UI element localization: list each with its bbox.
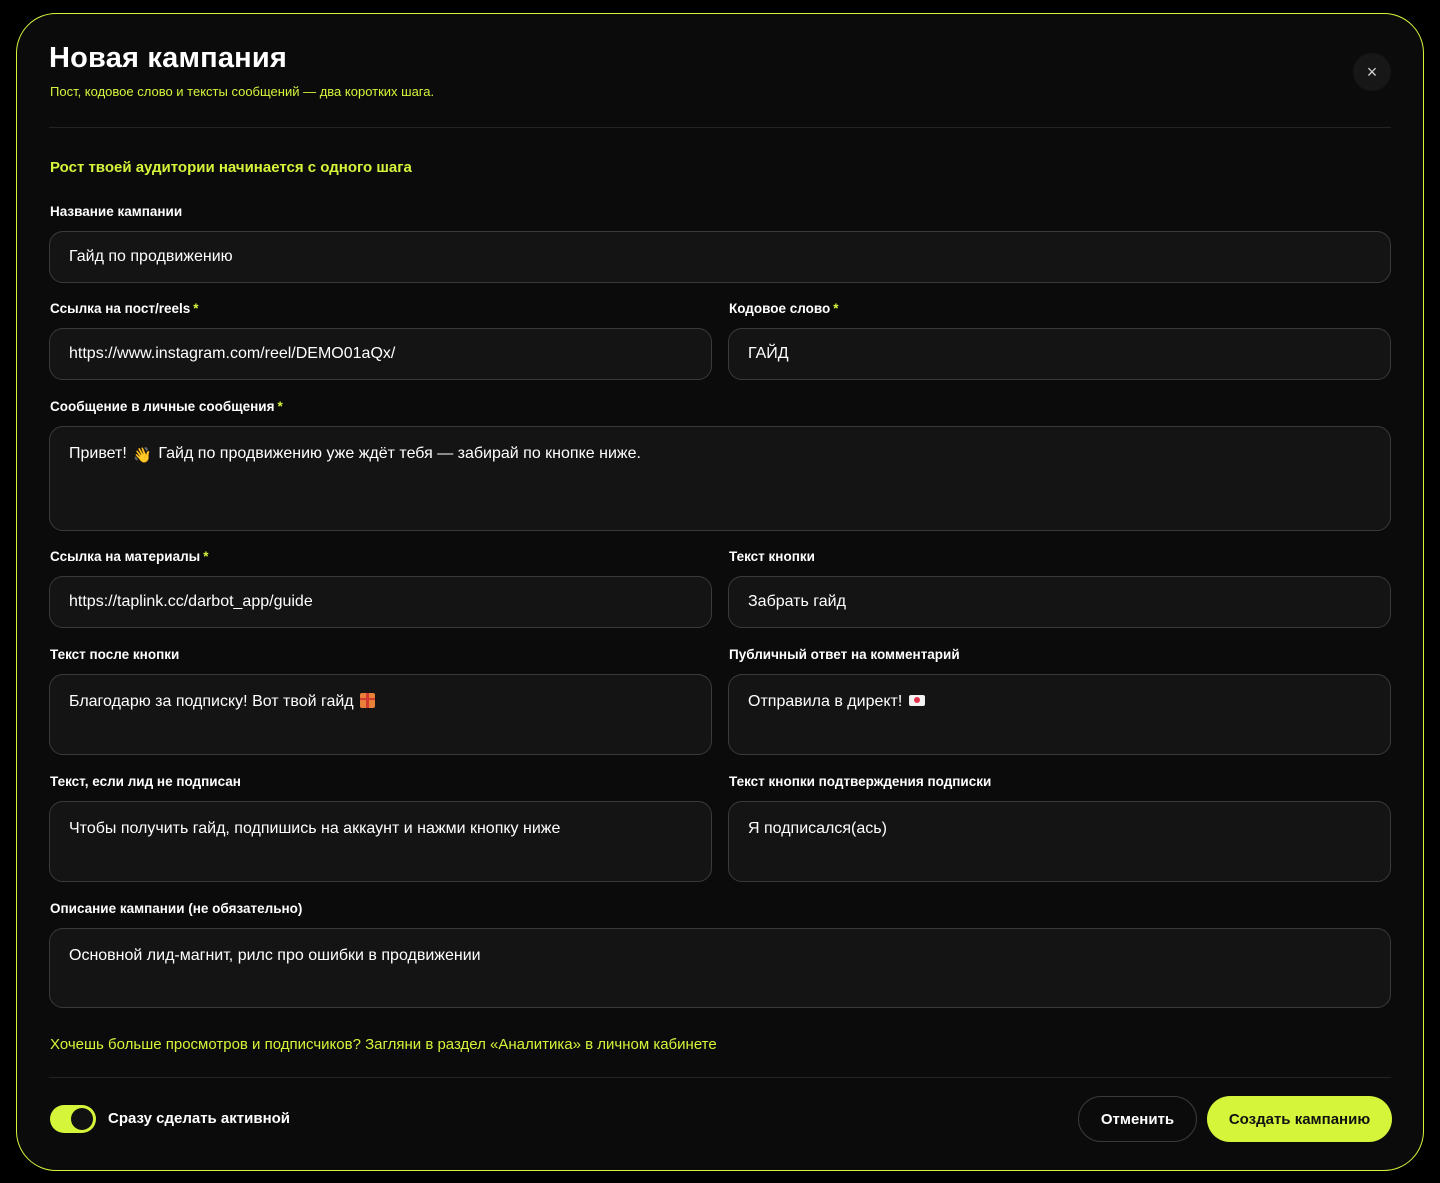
required-mark: * <box>203 549 209 564</box>
materials-link-label: Ссылка на материалы * <box>50 549 209 564</box>
activate-toggle[interactable] <box>50 1105 96 1133</box>
description-label: Описание кампании (не обязательно) <box>50 901 303 916</box>
required-mark: * <box>277 399 283 414</box>
description-textarea[interactable]: Основной лид-магнит, рилс про ошибки в п… <box>49 928 1391 1008</box>
keyword-label: Кодовое слово * <box>729 301 839 316</box>
modal-title: Новая кампания <box>49 42 288 74</box>
waving-hand-icon: 👋 <box>133 447 152 464</box>
gift-icon <box>360 693 376 708</box>
materials-link-input[interactable]: https://taplink.cc/darbot_app/guide <box>49 576 712 628</box>
required-mark: * <box>833 301 839 316</box>
new-campaign-modal: Новая кампания Пост, кодовое слово и тек… <box>16 13 1424 1171</box>
post-link-input[interactable]: https://www.instagram.com/reel/DEMO01aQx… <box>49 328 712 380</box>
dm-message-text-start: Привет! <box>69 445 127 462</box>
close-button[interactable]: × <box>1353 53 1391 91</box>
campaign-name-label: Название кампании <box>50 204 183 219</box>
love-letter-icon <box>908 695 925 706</box>
post-link-label: Ссылка на пост/reels * <box>50 301 199 316</box>
toggle-knob <box>71 1108 93 1130</box>
required-mark: * <box>193 301 199 316</box>
public-reply-textarea[interactable]: Отправила в директ! <box>728 674 1391 755</box>
dm-message-label: Сообщение в личные сообщения * <box>50 399 283 414</box>
confirm-button-text-textarea[interactable]: Я подписался(ась) <box>728 801 1391 882</box>
dm-message-textarea[interactable]: Привет! 👋 Гайд по продвижению уже ждёт т… <box>49 426 1391 531</box>
dm-message-text-end: Гайд по продвижению уже ждёт тебя — заби… <box>158 445 641 462</box>
close-icon: × <box>1366 61 1378 82</box>
keyword-input[interactable]: ГАЙД <box>728 328 1391 380</box>
campaign-name-input[interactable]: Гайд по продвижению <box>49 231 1391 283</box>
public-reply-label: Публичный ответ на комментарий <box>729 647 960 662</box>
footer-divider <box>49 1077 1391 1078</box>
button-text-label: Текст кнопки <box>729 549 815 564</box>
after-button-text-label: Текст после кнопки <box>50 647 180 662</box>
activate-toggle-label: Сразу сделать активной <box>108 1110 291 1127</box>
modal-subtitle: Пост, кодовое слово и тексты сообщений —… <box>50 84 435 99</box>
after-button-text-textarea[interactable]: Благодарю за подписку! Вот твой гайд <box>49 674 712 755</box>
analytics-promo-link[interactable]: Хочешь больше просмотров и подписчиков? … <box>50 1036 717 1053</box>
cancel-button[interactable]: Отменить <box>1078 1096 1197 1142</box>
confirm-button-text-label: Текст кнопки подтверждения подписки <box>729 774 992 789</box>
not-subscribed-text-textarea[interactable]: Чтобы получить гайд, подпишись на аккаун… <box>49 801 712 882</box>
create-campaign-button[interactable]: Создать кампанию <box>1207 1096 1392 1142</box>
tagline: Рост твоей аудитории начинается с одного… <box>50 159 412 176</box>
button-text-input[interactable]: Забрать гайд <box>728 576 1391 628</box>
header-divider <box>49 127 1391 128</box>
not-subscribed-text-label: Текст, если лид не подписан <box>50 774 241 789</box>
